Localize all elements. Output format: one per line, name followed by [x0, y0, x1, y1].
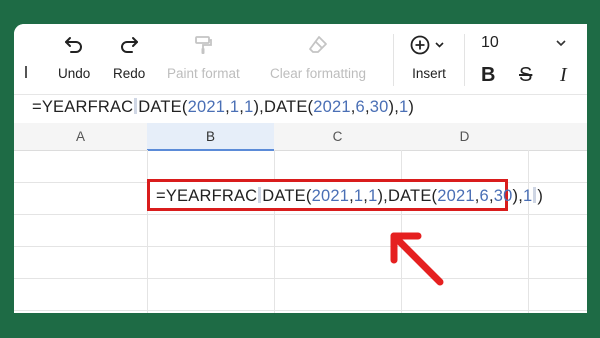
column-header-b[interactable]: B	[147, 123, 275, 151]
row-divider	[14, 278, 587, 279]
redo-icon	[113, 32, 145, 58]
row-divider	[14, 214, 587, 215]
cell-cursor-end	[533, 187, 537, 203]
redo-button[interactable]: Redo	[113, 32, 145, 81]
spreadsheet-window: Undo Redo Paint format Clear formatting	[14, 24, 587, 313]
cell-cursor	[258, 187, 262, 203]
red-arrow-annotation	[390, 232, 444, 286]
chevron-down-icon[interactable]	[555, 38, 567, 48]
insert-button[interactable]: Insert	[409, 32, 449, 81]
toolbar-divider	[393, 34, 394, 86]
column-divider	[147, 150, 148, 313]
column-header-e[interactable]	[528, 123, 587, 151]
italic-button[interactable]: I	[560, 64, 567, 87]
toolbar: Undo Redo Paint format Clear formatting	[14, 24, 587, 94]
row-divider	[14, 310, 587, 311]
strikethrough-button[interactable]: S	[519, 64, 532, 87]
toolbar-edge-marker	[25, 66, 27, 78]
column-header-a[interactable]: A	[14, 123, 148, 151]
eraser-icon	[270, 32, 366, 58]
undo-button[interactable]: Undo	[58, 32, 90, 81]
cell-formula-text[interactable]: =YEARFRAC DATE(2021,1,1),DATE(2021,6,30),…	[156, 187, 543, 206]
toolbar-divider	[464, 34, 465, 86]
formula-bar-text[interactable]: =YEARFRAC DATE(2021,1,1),DATE(2021,6,30),…	[32, 98, 414, 117]
row-divider	[14, 246, 587, 247]
clear-formatting-button[interactable]: Clear formatting	[270, 32, 366, 81]
clear-formatting-label: Clear formatting	[270, 66, 367, 81]
font-size-select[interactable]: 10	[481, 34, 499, 52]
paint-brush-icon	[167, 32, 240, 58]
column-divider	[528, 150, 529, 313]
column-header-d[interactable]: D	[401, 123, 529, 151]
undo-icon	[58, 32, 90, 58]
undo-label: Undo	[58, 66, 91, 81]
formula-cursor	[134, 98, 138, 114]
bold-button[interactable]: B	[481, 64, 495, 87]
plus-circle-icon	[409, 32, 449, 58]
redo-label: Redo	[113, 66, 146, 81]
column-header-c[interactable]: C	[274, 123, 402, 151]
formula-bar[interactable]: =YEARFRAC DATE(2021,1,1),DATE(2021,6,30),…	[14, 94, 587, 124]
column-divider	[274, 150, 275, 313]
insert-label: Insert	[412, 66, 446, 81]
active-cell-editor[interactable]: =YEARFRAC DATE(2021,1,1),DATE(2021,6,30),…	[147, 179, 543, 211]
paint-format-button[interactable]: Paint format	[167, 32, 240, 81]
paint-format-label: Paint format	[167, 66, 240, 81]
